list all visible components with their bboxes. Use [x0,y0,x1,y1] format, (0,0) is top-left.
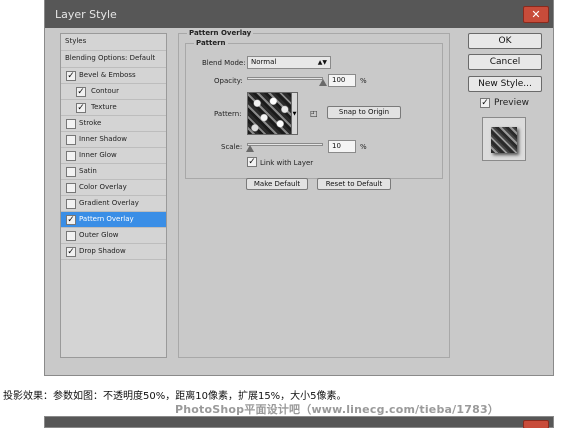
style-item-stroke[interactable]: Stroke [61,116,166,132]
style-item-satin[interactable]: Satin [61,164,166,180]
style-item-label: Pattern Overlay [79,215,134,223]
style-item-inner-glow[interactable]: Inner Glow [61,148,166,164]
opacity-input[interactable]: 100 [328,74,356,87]
style-item-gradient-overlay[interactable]: Gradient Overlay [61,196,166,212]
style-item-label: Color Overlay [79,183,127,191]
style-item-label: Stroke [79,119,102,127]
cancel-button[interactable]: Cancel [468,54,542,70]
style-item-contour[interactable]: ✓ Contour [61,84,166,100]
texture-checkbox[interactable]: ✓ [76,103,86,113]
dialog-title: Layer Style [55,8,117,21]
style-item-label: Inner Shadow [79,135,127,143]
section-title: Pattern Overlay [187,29,254,37]
style-preview [482,117,526,161]
style-item-texture[interactable]: ✓ Texture [61,100,166,116]
style-item-inner-shadow[interactable]: Inner Shadow [61,132,166,148]
page: Layer Style ✕ Styles Blending Options: D… [0,0,582,428]
style-item-label: Drop Shadow [79,247,126,255]
inner-shadow-checkbox[interactable] [66,135,76,145]
preview-thumbnail [491,127,517,153]
layer-style-dialog: Layer Style ✕ Styles Blending Options: D… [44,0,554,376]
style-item-outer-glow[interactable]: Outer Glow [61,228,166,244]
opacity-percent: % [360,77,367,85]
gradient-overlay-checkbox[interactable] [66,199,76,209]
preview-label: Preview [494,98,530,108]
link-with-layer-label: Link with Layer [260,159,314,167]
new-preset-icon[interactable]: ◰ [310,109,318,118]
caption-text: 投影效果：参数如图：不透明度50%，距离10像素，扩展15%，大小5像素。 [3,391,347,402]
contour-checkbox[interactable]: ✓ [76,87,86,97]
style-item-label: Texture [91,103,117,111]
watermark-text: PhotoShop平面设计吧（www.linecg.com/tieba/1783… [175,403,499,416]
drop-shadow-checkbox[interactable]: ✓ [66,247,76,257]
snap-to-origin-button[interactable]: Snap to Origin [327,106,401,119]
style-item-label: Satin [79,167,97,175]
style-item-label: Contour [91,87,119,95]
blend-mode-select[interactable]: Normal ▲▼ [247,56,331,69]
make-default-button[interactable]: Make Default [246,178,308,190]
pattern-overlay-checkbox[interactable]: ✓ [66,215,76,225]
bevel-emboss-checkbox[interactable]: ✓ [66,71,76,81]
scale-slider-track[interactable] [247,143,323,146]
pattern-overlay-panel: Pattern Overlay Pattern Blend Mode: Norm… [178,29,450,358]
link-with-layer-checkbox[interactable]: ✓ [247,157,257,167]
stroke-checkbox[interactable] [66,119,76,129]
pattern-group: Pattern Blend Mode: Normal ▲▼ Opacity: 1… [185,39,443,179]
dialog-titlebar[interactable]: Layer Style ✕ [45,0,553,28]
pattern-label: Pattern: [214,110,242,118]
group-title: Pattern [194,39,228,47]
styles-header[interactable]: Styles [61,34,166,51]
blend-mode-label: Blend Mode: [202,59,246,67]
next-dialog-titlebar [44,416,554,428]
style-item-label: Inner Glow [79,151,117,159]
style-item-drop-shadow[interactable]: ✓ Drop Shadow [61,244,166,260]
scale-slider-thumb[interactable] [246,145,254,152]
style-item-label: Bevel & Emboss [79,71,136,79]
satin-checkbox[interactable] [66,167,76,177]
preview-checkbox[interactable]: ✓ [480,98,490,108]
opacity-slider-track[interactable] [247,77,323,80]
ok-button[interactable]: OK [468,33,542,49]
style-item-color-overlay[interactable]: Color Overlay [61,180,166,196]
blend-mode-value: Normal [251,58,277,66]
styles-list: Styles Blending Options: Default ✓ Bevel… [60,33,167,358]
outer-glow-checkbox[interactable] [66,231,76,241]
new-style-button[interactable]: New Style... [468,76,542,92]
pattern-picker[interactable] [247,92,295,135]
style-item-bevel-emboss[interactable]: ✓ Bevel & Emboss [61,68,166,84]
style-item-label: Outer Glow [79,231,119,239]
next-close-button [523,420,549,428]
scale-percent: % [360,143,367,151]
close-button[interactable]: ✕ [523,6,549,23]
dropdown-arrow-icon: ▲▼ [317,59,327,66]
scale-label: Scale: [221,143,243,151]
opacity-label: Opacity: [214,77,243,85]
style-item-pattern-overlay[interactable]: ✓ Pattern Overlay [61,212,166,228]
style-item-label: Gradient Overlay [79,199,139,207]
blending-options-item[interactable]: Blending Options: Default [61,51,166,68]
opacity-slider-thumb[interactable] [319,79,327,86]
reset-to-default-button[interactable]: Reset to Default [317,178,391,190]
inner-glow-checkbox[interactable] [66,151,76,161]
color-overlay-checkbox[interactable] [66,183,76,193]
pattern-dropdown-arrow-icon[interactable]: ▼ [291,92,298,135]
scale-input[interactable]: 10 [328,140,356,153]
